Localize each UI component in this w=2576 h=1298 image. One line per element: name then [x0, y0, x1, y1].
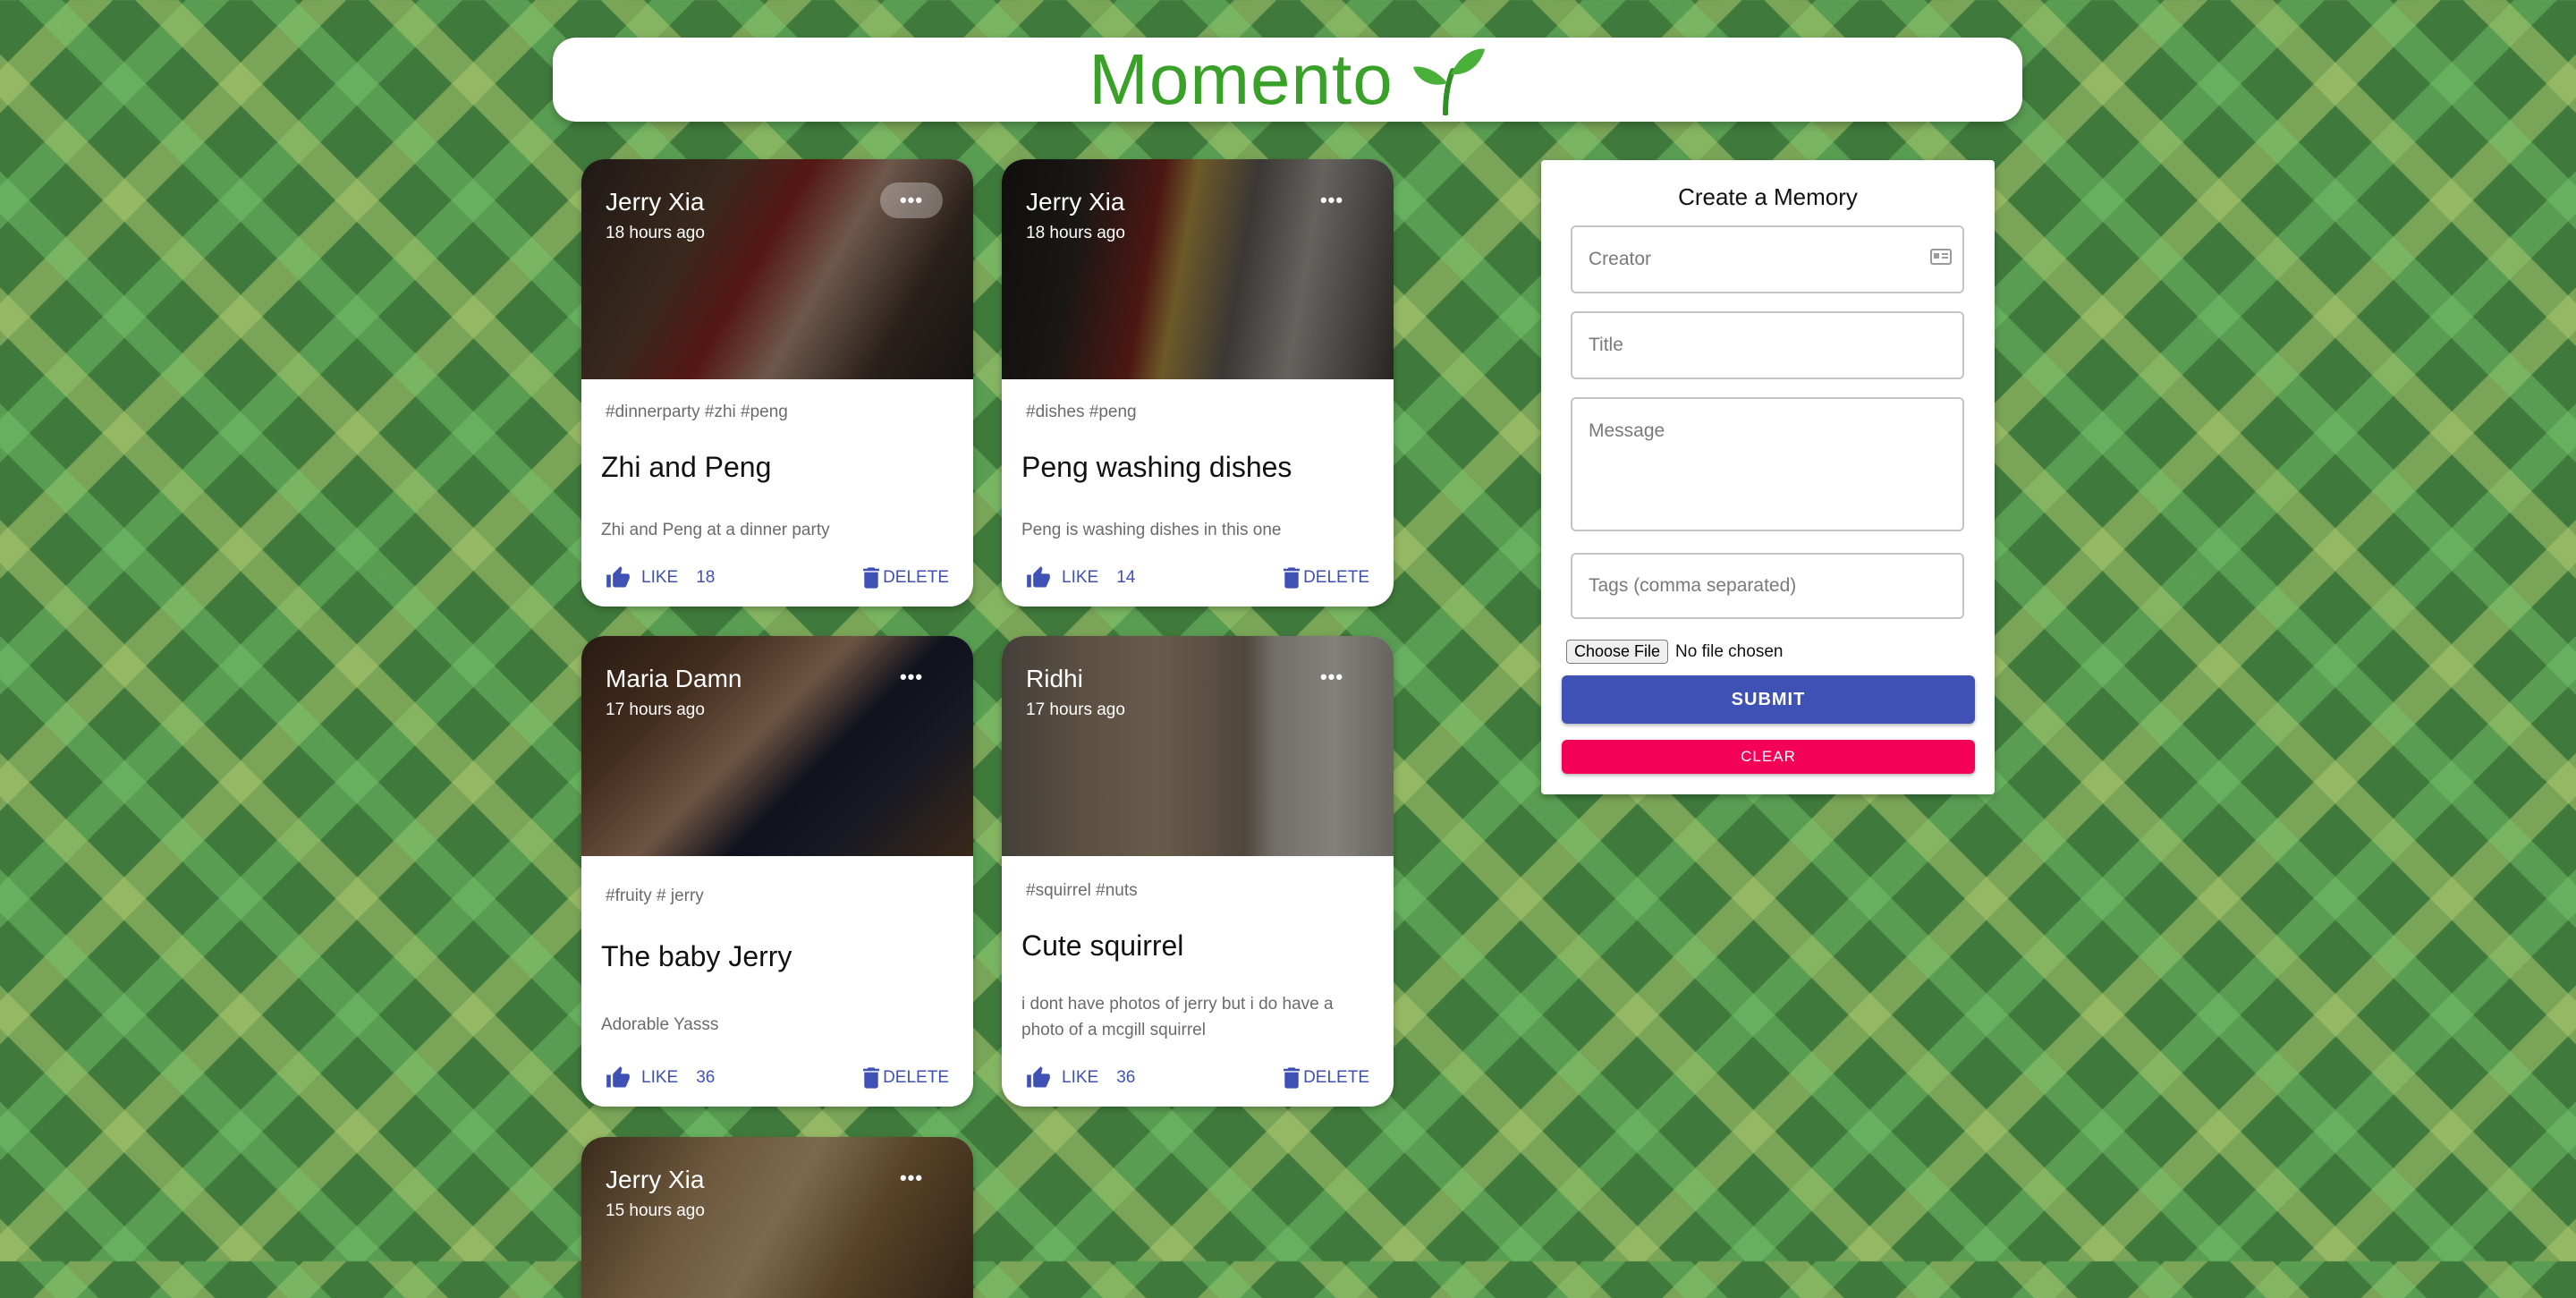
post-image: Jerry Xia 15 hours ago ••• [581, 1137, 973, 1298]
post-title: The baby Jerry [601, 940, 792, 972]
more-horizontal-icon[interactable]: ••• [1301, 182, 1363, 218]
post-tags: #squirrel #nuts [1026, 881, 1138, 900]
post-time: 18 hours ago [1026, 224, 1125, 242]
contact-card-icon [1930, 249, 1952, 265]
post-message: i dont have photos of jerry but i do hav… [1021, 995, 1334, 1039]
post-title: Zhi and Peng [601, 451, 772, 483]
delete-label: DELETE [883, 1068, 949, 1087]
creator-field-wrap [1571, 225, 1964, 293]
like-count: 18 [696, 568, 716, 587]
more-horizontal-icon[interactable]: ••• [880, 182, 943, 218]
post-author: Jerry Xia [606, 1166, 705, 1193]
trash-icon [1284, 1067, 1301, 1089]
like-label: LIKE [641, 1068, 679, 1087]
like-button[interactable]: LIKE 36 [606, 1065, 715, 1090]
post-title: Cute squirrel [1021, 929, 1184, 962]
form-heading: Create a Memory [1678, 183, 1858, 210]
post-card: Jerry Xia 15 hours ago ••• [581, 1137, 973, 1298]
trash-icon [863, 567, 880, 589]
thumb-up-icon [606, 566, 630, 588]
post-tags: #dinnerparty #zhi #peng [606, 403, 788, 421]
trash-icon [863, 1067, 880, 1089]
post-image: Maria Damn 17 hours ago ••• [581, 636, 973, 856]
file-picker: Choose File No file chosen [1566, 640, 1783, 664]
more-horizontal-icon[interactable]: ••• [1301, 659, 1363, 695]
delete-label: DELETE [1303, 568, 1369, 587]
post-time: 17 hours ago [1026, 700, 1125, 719]
app-header: Momento [553, 38, 2022, 122]
post-title: Peng washing dishes [1021, 451, 1292, 483]
post-author: Jerry Xia [606, 188, 705, 216]
thumb-up-icon [1027, 566, 1050, 588]
post-author: Jerry Xia [1026, 188, 1125, 216]
delete-button[interactable]: DELETE [863, 1067, 949, 1089]
post-message: Zhi and Peng at a dinner party [601, 521, 830, 539]
delete-label: DELETE [1303, 1068, 1369, 1087]
post-image: Jerry Xia 18 hours ago ••• [581, 159, 973, 379]
post-card: Maria Damn 17 hours ago ••• #fruity # je… [581, 636, 973, 1107]
post-message: Adorable Yasss [601, 1015, 719, 1034]
message-input[interactable] [1571, 397, 1964, 531]
like-count: 14 [1116, 568, 1136, 587]
like-count: 36 [696, 1068, 716, 1087]
app-title: Momento [1089, 39, 1394, 119]
sprout-icon [1412, 48, 1485, 115]
tags-input[interactable] [1571, 553, 1964, 619]
file-status: No file chosen [1675, 641, 1784, 661]
post-card: Jerry Xia 18 hours ago ••• #dinnerparty … [581, 159, 973, 607]
post-message: Peng is washing dishes in this one [1021, 521, 1282, 539]
post-author: Maria Damn [606, 665, 742, 692]
clear-button[interactable]: CLEAR [1562, 740, 1975, 774]
post-card: Jerry Xia 18 hours ago ••• #dishes #peng… [1002, 159, 1394, 607]
post-time: 18 hours ago [606, 224, 705, 242]
post-tags: #dishes #peng [1026, 403, 1137, 421]
delete-label: DELETE [883, 568, 949, 587]
choose-file-button[interactable]: Choose File [1566, 640, 1669, 664]
post-image: Jerry Xia 18 hours ago ••• [1002, 159, 1394, 379]
delete-button[interactable]: DELETE [1284, 1067, 1369, 1089]
post-image: Ridhi 17 hours ago ••• [1002, 636, 1394, 856]
more-horizontal-icon[interactable]: ••• [880, 659, 943, 695]
create-memory-form: Create a Memory Choose File No file chos… [1541, 160, 1995, 794]
post-author: Ridhi [1026, 665, 1083, 692]
post-time: 15 hours ago [606, 1201, 705, 1220]
more-horizontal-icon[interactable]: ••• [880, 1160, 943, 1196]
title-input[interactable] [1571, 311, 1964, 379]
like-label: LIKE [1062, 1068, 1099, 1087]
like-button[interactable]: LIKE 36 [1026, 1065, 1135, 1090]
like-button[interactable]: LIKE 14 [1026, 565, 1135, 590]
post-tags: #fruity # jerry [606, 887, 704, 905]
like-label: LIKE [1062, 568, 1099, 587]
delete-button[interactable]: DELETE [863, 567, 949, 589]
creator-input[interactable] [1571, 225, 1964, 293]
post-time: 17 hours ago [606, 700, 705, 719]
thumb-up-icon [606, 1066, 630, 1088]
delete-button[interactable]: DELETE [1284, 567, 1369, 589]
thumb-up-icon [1027, 1066, 1050, 1088]
like-count: 36 [1116, 1068, 1136, 1087]
post-card: Ridhi 17 hours ago ••• #squirrel #nuts C… [1002, 636, 1394, 1107]
trash-icon [1284, 567, 1301, 589]
like-button[interactable]: LIKE 18 [606, 565, 715, 590]
submit-button[interactable]: SUBMIT [1562, 675, 1975, 724]
like-label: LIKE [641, 568, 679, 587]
